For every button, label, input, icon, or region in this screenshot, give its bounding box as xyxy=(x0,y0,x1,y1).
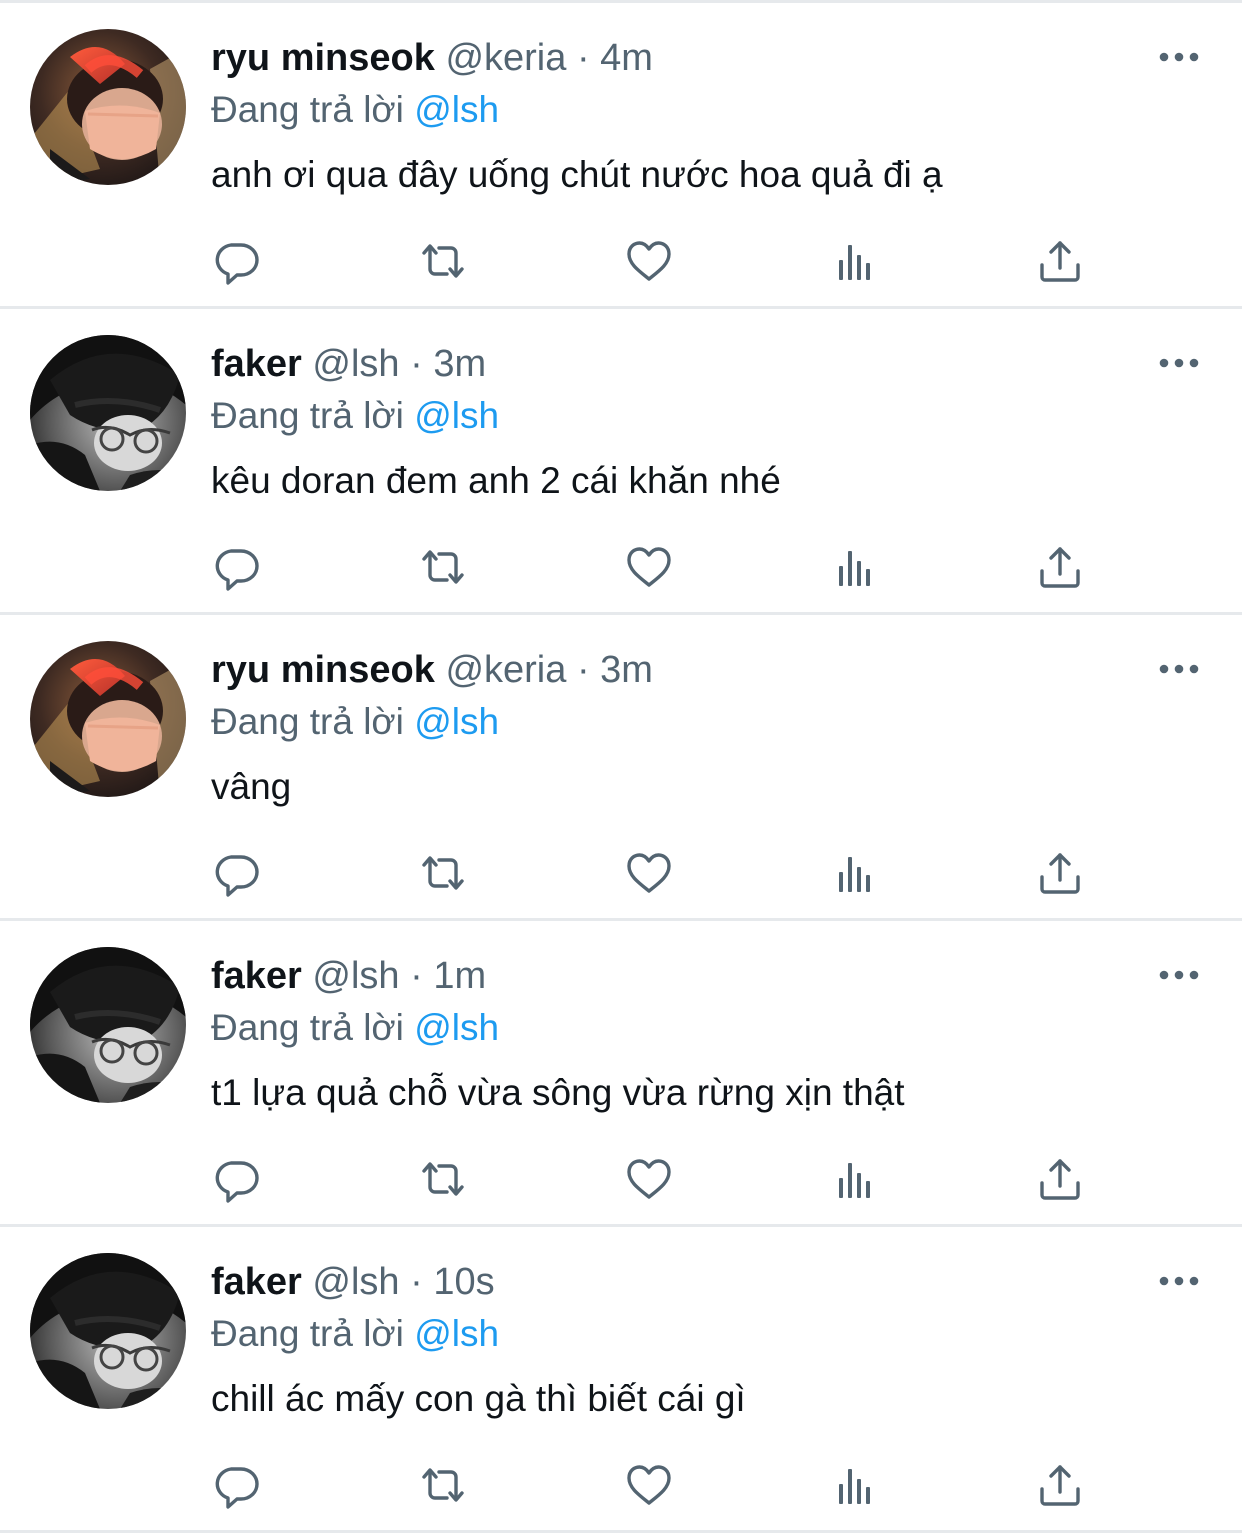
retweet-icon[interactable] xyxy=(415,845,471,901)
display-name[interactable]: faker xyxy=(211,343,302,385)
tweet-header: ryu minseok @keria · 4m xyxy=(211,35,653,81)
timestamp[interactable]: 4m xyxy=(600,37,653,79)
avatar-faker[interactable] xyxy=(30,1253,186,1409)
tweet-header: faker @lsh · 1m xyxy=(211,953,486,999)
replying-to: Đang trả lời @lsh xyxy=(211,699,499,745)
user-handle[interactable]: @lsh xyxy=(312,955,399,997)
tweet-header: ryu minseok @keria · 3m xyxy=(211,647,653,693)
avatar-faker[interactable] xyxy=(30,947,186,1103)
reply-icon[interactable] xyxy=(209,845,265,901)
mention-link[interactable]: @lsh xyxy=(414,1007,499,1048)
tweet-text: t1 lựa quả chỗ vừa sông vừa rừng xịn thậ… xyxy=(211,1072,905,1113)
retweet-icon[interactable] xyxy=(415,233,471,289)
views-icon[interactable] xyxy=(827,1151,883,1207)
more-options-icon[interactable] xyxy=(1156,349,1202,377)
more-options-icon[interactable] xyxy=(1156,655,1202,683)
meta-separator: · xyxy=(576,649,590,691)
reply-icon[interactable] xyxy=(209,539,265,595)
more-options-icon[interactable] xyxy=(1156,961,1202,989)
meta-separator: · xyxy=(410,343,423,385)
tweet-text: chill ác mấy con gà thì biết cái gì xyxy=(211,1378,746,1419)
replying-to: Đang trả lời @lsh xyxy=(211,87,499,133)
tweet-header: faker @lsh · 3m xyxy=(211,341,486,387)
retweet-icon[interactable] xyxy=(415,1151,471,1207)
views-icon[interactable] xyxy=(827,539,883,595)
timestamp[interactable]: 10s xyxy=(433,1261,494,1303)
like-icon[interactable] xyxy=(621,539,677,595)
user-handle[interactable]: @lsh xyxy=(312,343,399,385)
display-name[interactable]: faker xyxy=(211,1261,302,1303)
replying-to: Đang trả lời @lsh xyxy=(211,1005,499,1051)
share-icon[interactable] xyxy=(1032,1151,1088,1207)
user-handle[interactable]: @keria xyxy=(445,649,566,691)
reply-icon[interactable] xyxy=(209,1151,265,1207)
user-handle[interactable]: @lsh xyxy=(312,1261,399,1303)
more-options-icon[interactable] xyxy=(1156,43,1202,71)
reply-icon[interactable] xyxy=(209,1457,265,1513)
like-icon[interactable] xyxy=(621,1151,677,1207)
mention-link[interactable]: @lsh xyxy=(414,395,499,436)
tweet-1[interactable]: ryu minseok @keria · 4m Đang trả lời @ls… xyxy=(0,3,1242,309)
retweet-icon[interactable] xyxy=(415,539,471,595)
like-icon[interactable] xyxy=(621,233,677,289)
tweet-5[interactable]: faker @lsh · 10s Đang trả lời @lsh chill… xyxy=(0,1227,1242,1533)
mention-link[interactable]: @lsh xyxy=(414,89,499,130)
timestamp[interactable]: 1m xyxy=(433,955,486,997)
display-name[interactable]: ryu minseok xyxy=(211,649,435,691)
timestamp[interactable]: 3m xyxy=(433,343,486,385)
tweet-header: faker @lsh · 10s xyxy=(211,1259,495,1305)
share-icon[interactable] xyxy=(1032,539,1088,595)
meta-separator: · xyxy=(576,37,590,79)
mention-link[interactable]: @lsh xyxy=(414,1313,499,1354)
mention-link[interactable]: @lsh xyxy=(414,701,499,742)
like-icon[interactable] xyxy=(621,1457,677,1513)
tweet-text: vâng xyxy=(211,766,292,807)
share-icon[interactable] xyxy=(1032,845,1088,901)
display-name[interactable]: faker xyxy=(211,955,302,997)
tweet-text: kêu doran đem anh 2 cái khăn nhé xyxy=(211,460,781,501)
user-handle[interactable]: @keria xyxy=(445,37,566,79)
avatar-keria[interactable] xyxy=(30,641,186,797)
retweet-icon[interactable] xyxy=(415,1457,471,1513)
meta-separator: · xyxy=(410,955,423,997)
meta-separator: · xyxy=(410,1261,423,1303)
replying-to-label: Đang trả lời xyxy=(211,1313,404,1354)
share-icon[interactable] xyxy=(1032,233,1088,289)
replying-to-label: Đang trả lời xyxy=(211,701,404,742)
replying-to-label: Đang trả lời xyxy=(211,1007,404,1048)
like-icon[interactable] xyxy=(621,845,677,901)
tweet-4[interactable]: faker @lsh · 1m Đang trả lời @lsh t1 lựa… xyxy=(0,921,1242,1227)
display-name[interactable]: ryu minseok xyxy=(211,37,435,79)
tweet-text: anh ơi qua đây uống chút nước hoa quả đi… xyxy=(211,154,943,195)
replying-to-label: Đang trả lời xyxy=(211,89,404,130)
share-icon[interactable] xyxy=(1032,1457,1088,1513)
tweet-2[interactable]: faker @lsh · 3m Đang trả lời @lsh kêu do… xyxy=(0,309,1242,615)
tweet-3[interactable]: ryu minseok @keria · 3m Đang trả lời @ls… xyxy=(0,615,1242,921)
avatar-keria[interactable] xyxy=(30,29,186,185)
replying-to-label: Đang trả lời xyxy=(211,395,404,436)
more-options-icon[interactable] xyxy=(1156,1267,1202,1295)
views-icon[interactable] xyxy=(827,233,883,289)
reply-icon[interactable] xyxy=(209,233,265,289)
avatar-faker[interactable] xyxy=(30,335,186,491)
views-icon[interactable] xyxy=(827,1457,883,1513)
timestamp[interactable]: 3m xyxy=(600,649,653,691)
replying-to: Đang trả lời @lsh xyxy=(211,393,499,439)
views-icon[interactable] xyxy=(827,845,883,901)
replying-to: Đang trả lời @lsh xyxy=(211,1311,499,1357)
